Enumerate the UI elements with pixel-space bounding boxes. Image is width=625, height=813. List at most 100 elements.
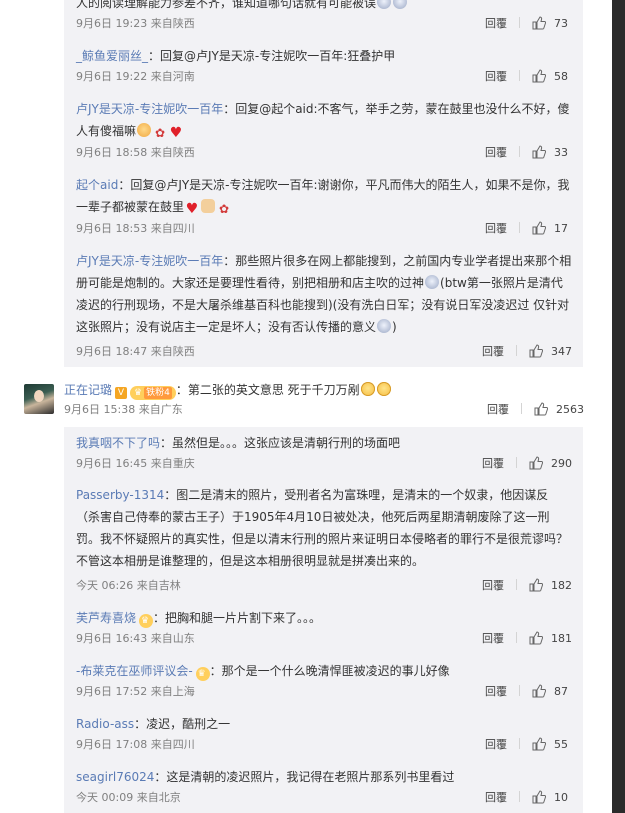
- reply-button[interactable]: 回覆: [485, 221, 507, 237]
- reply-time: 今天 06:26 来自吉林: [76, 579, 181, 592]
- thumbs-up-icon[interactable]: [529, 344, 543, 358]
- crying-emoji-icon: [360, 382, 375, 396]
- reply-button[interactable]: 回覆: [485, 69, 507, 85]
- reply-item: seagirl76024：这是清朝的凌迟照片，我记得在老照片那系列书里看过 今天…: [76, 766, 572, 806]
- rose-icon: ✿: [154, 126, 166, 140]
- reply-text: 卢JY是天凉-专注妮吹一百年：回复@起个aid:不客气，举手之劳，蒙在鼓里也没什…: [76, 102, 570, 141]
- like-count: 182: [551, 579, 572, 592]
- reply-button[interactable]: 回覆: [482, 631, 504, 647]
- reply-item: 芙芦寿喜烧 ♛ ：把胸和腿一片片割下来了。。。 9月6日 16:43 来自山东 回覆…: [76, 607, 572, 647]
- comment-actions: 回覆 2563: [487, 402, 584, 418]
- comment-author[interactable]: 正在记璐: [64, 383, 112, 397]
- reply-time: 9月6日 18:53 来自四川: [76, 222, 195, 235]
- reply-author[interactable]: 芙芦寿喜烧: [76, 611, 136, 625]
- reply-author[interactable]: 我真咽不下了吗: [76, 436, 160, 450]
- reply-item: Radio-ass：凌迟，酷刑之一 9月6日 17:08 来自四川 回覆 55: [76, 713, 572, 753]
- reply-item: -布莱克在巫师评议会- ♛ ：那个是一个什么晚清悍匪被凌迟的事儿好像 9月6日 17…: [76, 660, 572, 700]
- reply-text: 起个aid：回复@卢JY是天凉-专注妮吹一百年:谢谢你，平凡而伟大的陌生人，如果…: [76, 178, 570, 217]
- divider: [516, 632, 517, 643]
- reply-author[interactable]: 起个aid: [76, 178, 118, 192]
- verified-badge-icon: V: [115, 387, 128, 399]
- divider: [516, 457, 517, 468]
- divider: [519, 70, 520, 81]
- emoji-icon: [377, 319, 392, 333]
- like-count: 58: [554, 70, 568, 83]
- thumbs-up-icon[interactable]: [532, 145, 546, 159]
- reply-text: 卢JY是天凉-专注妮吹一百年：那些照片很多在网上都能搜到，之前国内专业学者提出来…: [76, 254, 572, 334]
- like-count: 10: [554, 791, 568, 804]
- reply-item: 人的阅读理解能力参差不齐，谁知道哪句话就有可能被误 9月6日 19:23 来自陕…: [76, 0, 572, 30]
- reply-actions: 回覆 182: [482, 578, 572, 594]
- reply-time: 9月6日 18:58 来自陕西: [76, 146, 195, 159]
- like-count: 2563: [556, 403, 584, 416]
- thumbs-up-icon[interactable]: [529, 456, 543, 470]
- divider: [519, 791, 520, 802]
- reply-author[interactable]: seagirl76024: [76, 770, 154, 784]
- thumbs-up-icon[interactable]: [532, 737, 546, 751]
- reply-author[interactable]: 卢JY是天凉-专注妮吹一百年: [76, 102, 223, 116]
- reply-actions: 回覆 87: [485, 684, 572, 700]
- heart-icon: ♥: [169, 125, 183, 141]
- reply-author[interactable]: -布莱克在巫师评议会-: [76, 664, 193, 678]
- reply-text: seagirl76024：这是清朝的凌迟照片，我记得在老照片那系列书里看过: [76, 770, 455, 784]
- divider: [519, 222, 520, 233]
- divider: [521, 403, 522, 414]
- reply-author[interactable]: _鲸鱼爱丽丝_: [76, 49, 148, 63]
- thumbs-up-icon[interactable]: [534, 402, 548, 416]
- reply-text: 我真咽不下了吗：虽然但是。。。这张应该是清朝行刑的场面吧: [76, 436, 401, 450]
- divider: [516, 345, 517, 356]
- reply-item: _鲸鱼爱丽丝_：回复@卢JY是天凉-专注妮吹一百年:狂叠护甲 9月6日 19:2…: [76, 45, 572, 85]
- thumbs-up-icon[interactable]: [532, 221, 546, 235]
- comments-panel: 人的阅读理解能力参差不齐，谁知道哪句话就有可能被误 9月6日 19:23 来自陕…: [0, 0, 612, 813]
- like-count: 181: [551, 632, 572, 645]
- reply-item: 卢JY是天凉-专注妮吹一百年：那些照片很多在网上都能搜到，之前国内专业学者提出来…: [76, 250, 572, 360]
- avatar[interactable]: [24, 384, 54, 414]
- reply-author[interactable]: Passerby-1314: [76, 488, 164, 502]
- reply-author[interactable]: Radio-ass: [76, 717, 134, 731]
- thumbs-up-icon[interactable]: [532, 790, 546, 804]
- reply-button[interactable]: 回覆: [485, 145, 507, 161]
- reply-time: 9月6日 19:22 来自河南: [76, 70, 195, 83]
- emoji-icon: [201, 199, 216, 213]
- reply-item: Passerby-1314：图二是清末的照片，受刑者名为富珠哩，是清末的一个奴隶…: [76, 484, 572, 594]
- reply-time: 9月6日 16:45 来自重庆: [76, 457, 195, 470]
- reply-time: 9月6日 17:52 来自上海: [76, 685, 195, 698]
- thumbs-up-icon[interactable]: [529, 631, 543, 645]
- emoji-icon: [393, 0, 408, 9]
- reply-button[interactable]: 回覆: [487, 402, 509, 418]
- comment-item: 正在记璐 V ♛ 铁粉4 ：第二张的英文意思 死于千刀万剐 9月6日 15:38 来自广…: [24, 380, 584, 420]
- reply-actions: 回覆 33: [485, 145, 572, 161]
- like-count: 55: [554, 738, 568, 751]
- rose-icon: ✿: [218, 202, 230, 216]
- thumbs-up-icon[interactable]: [529, 578, 543, 592]
- reply-list: 人的阅读理解能力参差不齐，谁知道哪句话就有可能被误 9月6日 19:23 来自陕…: [64, 0, 583, 367]
- thumbs-up-icon[interactable]: [532, 16, 546, 30]
- reply-actions: 回覆 290: [482, 456, 572, 472]
- thumbs-up-icon[interactable]: [532, 69, 546, 83]
- reply-list: 我真咽不下了吗：虽然但是。。。这张应该是清朝行刑的场面吧 9月6日 16:45 …: [64, 427, 583, 813]
- emoji-icon: [377, 0, 392, 9]
- divider: [519, 17, 520, 28]
- reply-actions: 回覆 73: [485, 16, 572, 32]
- reply-actions: 回覆 55: [485, 737, 572, 753]
- crying-emoji-icon: [376, 382, 391, 396]
- reply-text: Radio-ass：凌迟，酷刑之一: [76, 717, 231, 731]
- divider: [519, 685, 520, 696]
- reply-item: 卢JY是天凉-专注妮吹一百年：回复@起个aid:不客气，举手之劳，蒙在鼓里也没什…: [76, 98, 572, 162]
- reply-button[interactable]: 回覆: [482, 344, 504, 360]
- thumbs-up-icon[interactable]: [532, 684, 546, 698]
- reply-actions: 回覆 17: [485, 221, 572, 237]
- reply-button[interactable]: 回覆: [485, 684, 507, 700]
- reply-button[interactable]: 回覆: [485, 16, 507, 32]
- reply-button[interactable]: 回覆: [482, 578, 504, 594]
- divider: [519, 738, 520, 749]
- reply-button[interactable]: 回覆: [485, 737, 507, 753]
- reply-item: 我真咽不下了吗：虽然但是。。。这张应该是清朝行刑的场面吧 9月6日 16:45 …: [76, 432, 572, 472]
- reply-actions: 回覆 58: [485, 69, 572, 85]
- fan-badge-icon: ♛: [195, 667, 210, 681]
- reply-actions: 回覆 10: [485, 790, 572, 806]
- reply-button[interactable]: 回覆: [485, 790, 507, 806]
- reply-button[interactable]: 回覆: [482, 456, 504, 472]
- reply-actions: 回覆 347: [482, 344, 572, 360]
- reply-author[interactable]: 卢JY是天凉-专注妮吹一百年: [76, 254, 223, 268]
